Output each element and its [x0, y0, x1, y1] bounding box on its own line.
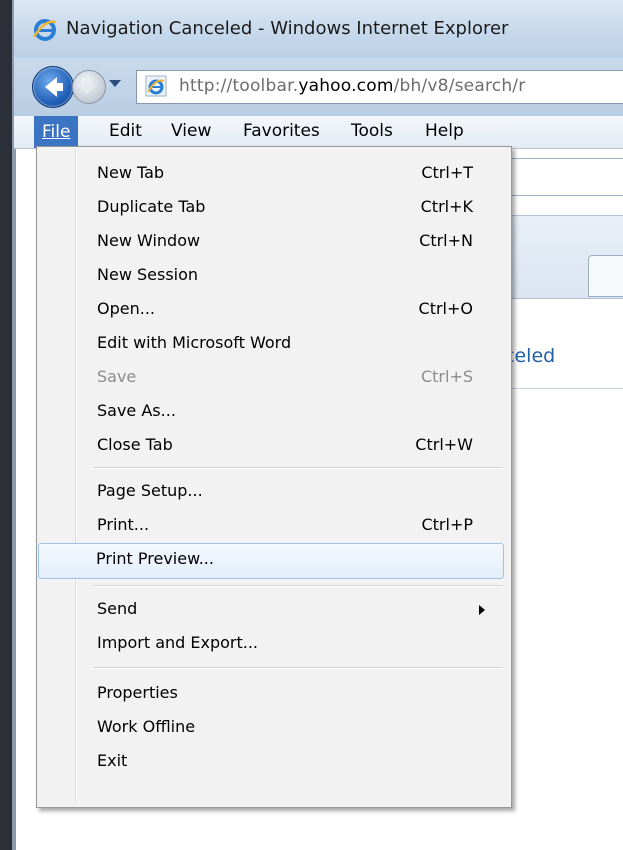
menu-file[interactable]: File: [34, 116, 79, 148]
address-url[interactable]: http://toolbar.yahoo.com/bh/v8/search/r: [179, 76, 525, 96]
menu-item-label: Edit with Microsoft Word: [97, 333, 292, 352]
menu-item-shortcut: Ctrl+T: [421, 163, 473, 182]
menu-item-label: Work Offline: [97, 717, 196, 736]
title-bar[interactable]: Navigation Canceled - Windows Internet E…: [14, 0, 623, 58]
menu-item-close-tab[interactable]: Close Tab Ctrl+W: [39, 429, 507, 463]
menu-item-new-window[interactable]: New Window Ctrl+N: [39, 225, 507, 259]
menu-item-shortcut: Ctrl+K: [420, 197, 473, 216]
menu-separator: [93, 585, 503, 587]
menu-edit[interactable]: Edit: [102, 121, 149, 141]
menu-item-new-tab[interactable]: New Tab Ctrl+T: [39, 157, 507, 191]
menu-bar: File Edit View Favorites Tools Help: [14, 116, 623, 149]
menu-item-shortcut: Ctrl+P: [421, 515, 473, 534]
back-button[interactable]: [32, 66, 74, 108]
menu-item-label: Print Preview...: [96, 549, 214, 568]
address-bar[interactable]: http://toolbar.yahoo.com/bh/v8/search/r: [136, 70, 623, 104]
forward-button[interactable]: [72, 70, 106, 104]
menu-item-label: Properties: [97, 683, 178, 702]
menu-item-exit[interactable]: Exit: [39, 745, 507, 779]
menu-item-open[interactable]: Open... Ctrl+O: [39, 293, 507, 327]
window-frame-left: [0, 0, 12, 850]
menu-item-work-offline[interactable]: Work Offline: [39, 711, 507, 745]
menu-item-print[interactable]: Print... Ctrl+P: [39, 509, 507, 543]
menu-item-print-preview[interactable]: Print Preview...: [38, 543, 504, 579]
menu-item-save-as[interactable]: Save As...: [39, 395, 507, 429]
menu-item-label: New Window: [97, 231, 201, 250]
menu-item-label: Send: [97, 599, 138, 618]
menu-item-label: Close Tab: [97, 435, 173, 454]
menu-item-save: Save Ctrl+S: [39, 361, 507, 395]
ie-page-icon: [145, 75, 167, 97]
ie-logo-icon: [32, 19, 57, 41]
menu-favorites[interactable]: Favorites: [236, 121, 327, 141]
menu-separator: [93, 667, 503, 669]
menu-item-send[interactable]: Send: [39, 593, 507, 627]
forward-arrow-icon: [80, 79, 95, 95]
menu-item-shortcut: Ctrl+W: [415, 435, 473, 454]
menu-item-label: Print...: [97, 515, 150, 534]
submenu-arrow-icon: [479, 605, 485, 615]
menu-item-label: Save As...: [97, 401, 176, 420]
menu-tools[interactable]: Tools: [344, 121, 400, 141]
window-title: Navigation Canceled - Windows Internet E…: [66, 18, 509, 39]
menu-item-label: New Session: [97, 265, 199, 284]
menu-item-label: Duplicate Tab: [97, 197, 206, 216]
search-box[interactable]: [500, 158, 623, 196]
menu-item-label: Exit: [97, 751, 128, 770]
menu-item-properties[interactable]: Properties: [39, 677, 507, 711]
menu-item-duplicate-tab[interactable]: Duplicate Tab Ctrl+K: [39, 191, 507, 225]
menu-help[interactable]: Help: [418, 121, 471, 141]
menu-item-new-session[interactable]: New Session: [39, 259, 507, 293]
menu-item-label: Open...: [97, 299, 155, 318]
menu-item-edit-with-word[interactable]: Edit with Microsoft Word: [39, 327, 507, 361]
new-tab-button[interactable]: [588, 255, 623, 297]
menu-item-label: New Tab: [97, 163, 165, 182]
menu-item-label: Save: [97, 367, 137, 386]
menu-item-label: Import and Export...: [97, 633, 259, 652]
menu-view[interactable]: View: [164, 121, 218, 141]
navigation-bar: http://toolbar.yahoo.com/bh/v8/search/r: [14, 58, 623, 116]
menu-separator: [93, 467, 503, 469]
menu-item-shortcut: Ctrl+O: [418, 299, 473, 318]
menu-item-page-setup[interactable]: Page Setup...: [39, 475, 507, 509]
menu-item-shortcut: Ctrl+N: [419, 231, 473, 250]
back-arrow-icon: [45, 77, 63, 97]
menu-item-import-export[interactable]: Import and Export...: [39, 627, 507, 661]
file-menu: New Tab Ctrl+T Duplicate Tab Ctrl+K New …: [36, 146, 512, 808]
menu-item-label: Page Setup...: [97, 481, 203, 500]
menu-item-shortcut: Ctrl+S: [420, 367, 473, 386]
recent-pages-dropdown-icon[interactable]: [109, 80, 121, 87]
